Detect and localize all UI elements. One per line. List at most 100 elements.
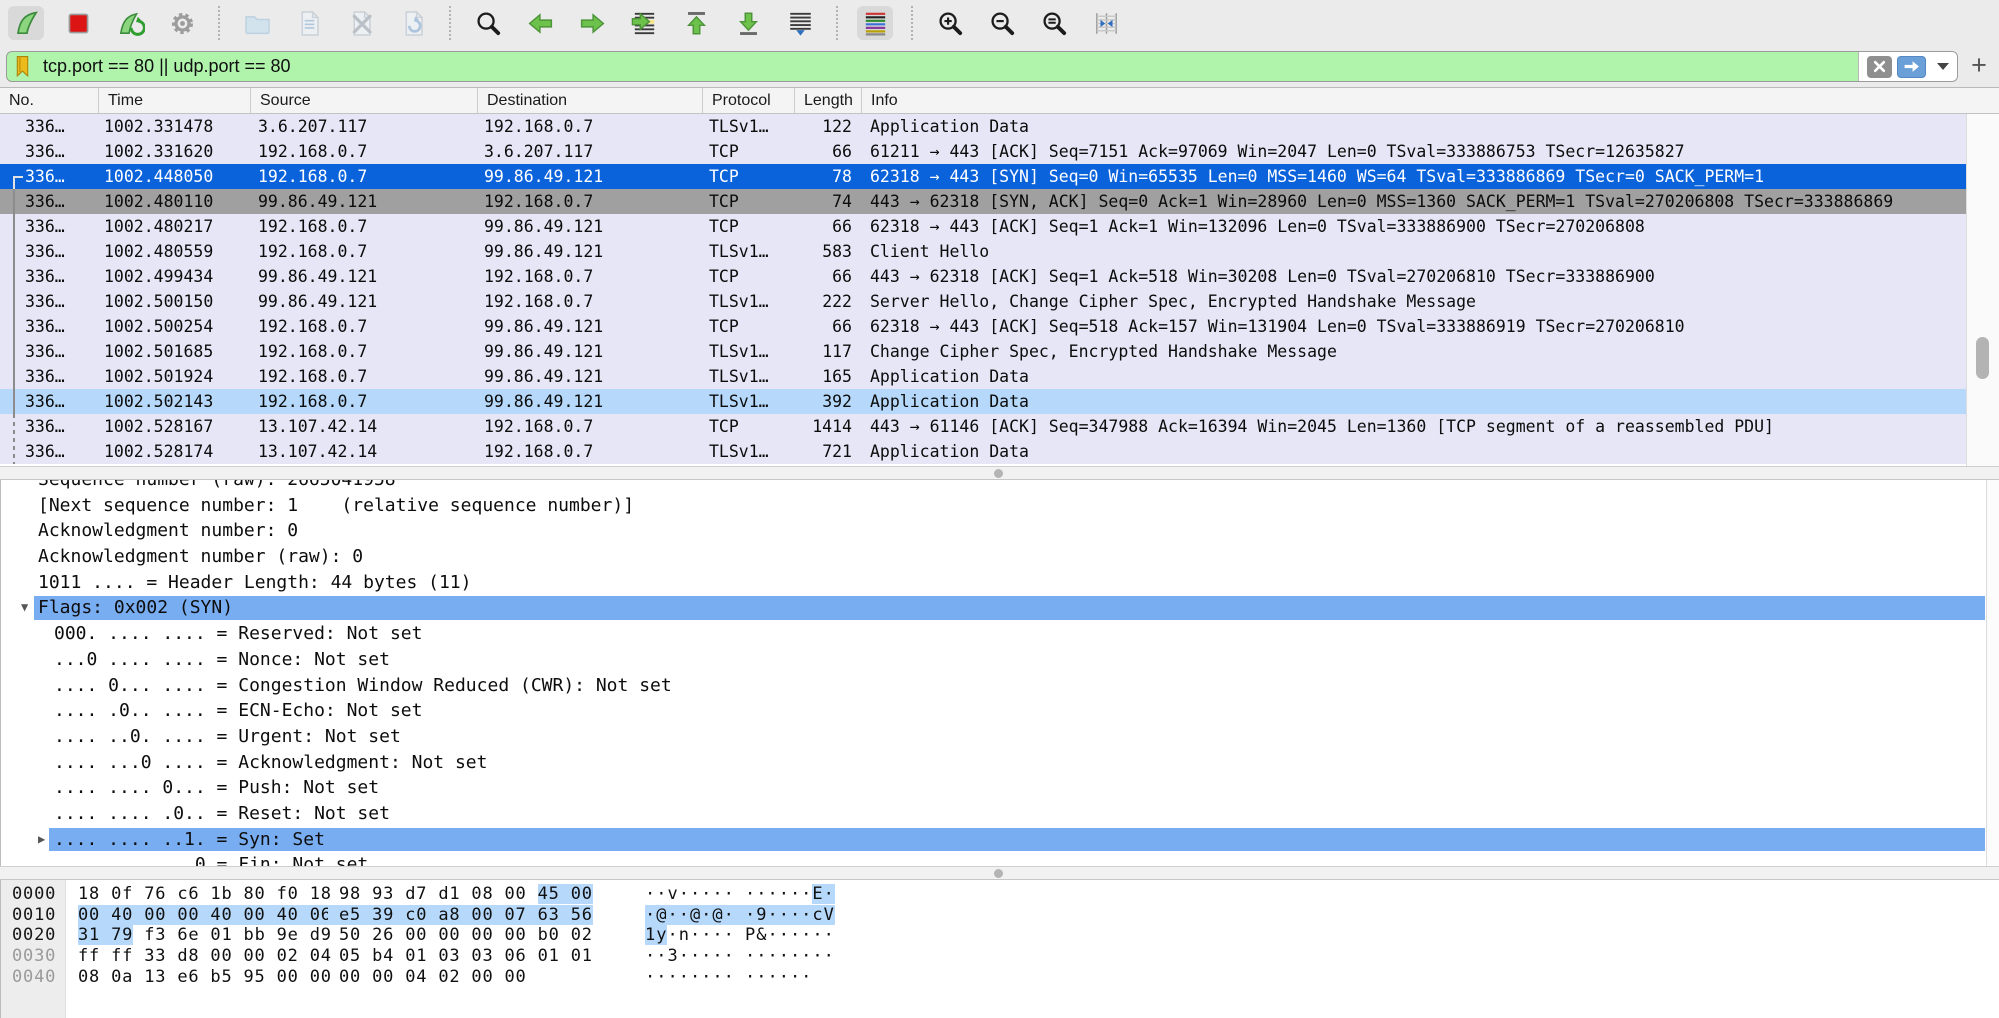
- open-file-button[interactable]: [239, 6, 275, 40]
- packet-cell-protocol: TLSv1…: [703, 239, 795, 264]
- restart-capture-button[interactable]: [112, 6, 148, 40]
- detail-line[interactable]: Sequence number (raw): 2665041958: [1, 480, 1999, 493]
- first-packet-button[interactable]: [678, 6, 714, 40]
- filter-bar: tcp.port == 80 || udp.port == 80 +: [0, 46, 1999, 88]
- filter-history-dropdown[interactable]: [1937, 63, 1949, 70]
- save-file-button[interactable]: [291, 6, 327, 40]
- display-filter-input[interactable]: tcp.port == 80 || udp.port == 80: [6, 51, 1958, 82]
- scrollbar-thumb[interactable]: [1976, 337, 1989, 379]
- detail-text: .... .... ..1. = Syn: Set: [1, 827, 1999, 853]
- filter-add-button[interactable]: +: [1964, 50, 1994, 80]
- hex-row[interactable]: 0030ff ff 33 d8 00 00 02 0405 b4 01 03 0…: [1, 946, 1999, 967]
- filter-controls: [1858, 52, 1957, 81]
- colorize-packets-button[interactable]: [857, 6, 893, 40]
- go-to-packet-icon: [630, 9, 659, 38]
- hex-row[interactable]: 002031 79 f3 6e 01 bb 9e d950 26 00 00 0…: [1, 925, 1999, 946]
- packet-row[interactable]: 336…1002.3314783.6.207.117192.168.0.7TLS…: [0, 114, 1966, 139]
- packet-row[interactable]: 336…1002.500254192.168.0.799.86.49.121TC…: [0, 314, 1966, 339]
- detail-line[interactable]: .... .... 0... = Push: Not set: [1, 775, 1999, 801]
- packet-row[interactable]: 336…1002.502143192.168.0.799.86.49.121TL…: [0, 389, 1966, 414]
- ascii-group2: ······E·: [745, 884, 835, 905]
- packet-cell-source: 13.107.42.14: [251, 414, 478, 439]
- capture-options-button[interactable]: [164, 6, 200, 40]
- find-packet-button[interactable]: [470, 6, 506, 40]
- detail-line[interactable]: .... ...0 .... = Acknowledgment: Not set: [1, 750, 1999, 776]
- zoom-out-button[interactable]: [984, 6, 1020, 40]
- hex-row[interactable]: 000018 0f 76 c6 1b 80 f0 1898 93 d7 d1 0…: [1, 884, 1999, 905]
- next-packet-button[interactable]: [574, 6, 610, 40]
- zoom-in-button[interactable]: [932, 6, 968, 40]
- column-header-info[interactable]: Info: [862, 88, 1999, 113]
- go-to-packet-button[interactable]: [626, 6, 662, 40]
- detail-line[interactable]: 1011 .... = Header Length: 44 bytes (11): [1, 570, 1999, 596]
- ascii-group1: ·@··@·@·: [645, 905, 735, 926]
- reload-file-button[interactable]: [395, 6, 431, 40]
- detail-line[interactable]: Acknowledgment number: 0: [1, 518, 1999, 544]
- packet-row[interactable]: 336…1002.52817413.107.42.14192.168.0.7TL…: [0, 439, 1966, 464]
- pane-splitter-top[interactable]: [0, 466, 1999, 480]
- column-header-destination[interactable]: Destination: [478, 88, 703, 113]
- detail-line[interactable]: .... .0.. .... = ECN-Echo: Not set: [1, 698, 1999, 724]
- packet-cell-source: 192.168.0.7: [251, 139, 478, 164]
- next-packet-icon: [578, 9, 607, 38]
- packet-row[interactable]: 336…1002.48011099.86.49.121192.168.0.7TC…: [0, 189, 1966, 214]
- packet-row[interactable]: 336…1002.49943499.86.49.121192.168.0.7TC…: [0, 264, 1966, 289]
- filter-expression[interactable]: tcp.port == 80 || udp.port == 80: [43, 56, 1858, 77]
- packet-row[interactable]: 336…1002.50015099.86.49.121192.168.0.7TL…: [0, 289, 1966, 314]
- hex-bytes-group2: 98 93 d7 d1 08 00 45 00: [339, 884, 593, 905]
- filter-apply-button[interactable]: [1897, 56, 1926, 78]
- previous-packet-button[interactable]: [522, 6, 558, 40]
- zoom-reset-button[interactable]: [1036, 6, 1072, 40]
- filter-clear-button[interactable]: [1867, 56, 1892, 78]
- detail-text: .... .0.. .... = ECN-Echo: Not set: [1, 698, 1999, 724]
- detail-line[interactable]: .... .... .0.. = Reset: Not set: [1, 801, 1999, 827]
- detail-line[interactable]: 000. .... .... = Reserved: Not set: [1, 621, 1999, 647]
- auto-scroll-button[interactable]: [782, 6, 818, 40]
- start-capture-button[interactable]: [8, 6, 44, 40]
- packet-bytes-pane: 000018 0f 76 c6 1b 80 f0 1898 93 d7 d1 0…: [0, 880, 1999, 1018]
- filter-bookmark-icon[interactable]: [14, 55, 31, 78]
- packet-cell-time: 1002.448050: [99, 164, 251, 189]
- detail-line[interactable]: [Next sequence number: 1 (relative seque…: [1, 493, 1999, 519]
- packet-row[interactable]: 336…1002.448050192.168.0.799.86.49.121TC…: [0, 164, 1966, 189]
- hex-bytes-group1: 00 40 00 00 40 00 40 06: [78, 905, 332, 926]
- packet-cell-info: 443 → 62318 [SYN, ACK] Seq=0 Ack=1 Win=2…: [862, 189, 1966, 214]
- pane-splitter-bottom[interactable]: [0, 866, 1999, 880]
- packet-row[interactable]: 336…1002.501924192.168.0.799.86.49.121TL…: [0, 364, 1966, 389]
- column-header-protocol[interactable]: Protocol: [703, 88, 795, 113]
- detail-line[interactable]: ▼Flags: 0x002 (SYN): [1, 595, 1999, 621]
- column-header-length[interactable]: Length: [795, 88, 862, 113]
- packet-cell-info: Application Data: [862, 439, 1966, 464]
- packet-list-scrollbar[interactable]: [1966, 114, 1999, 466]
- column-header-source[interactable]: Source: [251, 88, 478, 113]
- packet-row[interactable]: 336…1002.501685192.168.0.799.86.49.121TL…: [0, 339, 1966, 364]
- detail-line[interactable]: ▶.... .... ..1. = Syn: Set: [1, 827, 1999, 853]
- hex-row[interactable]: 004008 0a 13 e6 b5 95 00 0000 00 04 02 0…: [1, 967, 1999, 988]
- detail-line[interactable]: Acknowledgment number (raw): 0: [1, 544, 1999, 570]
- packet-row[interactable]: 336…1002.52816713.107.42.14192.168.0.7TC…: [0, 414, 1966, 439]
- close-file-button[interactable]: [343, 6, 379, 40]
- packet-cell-info: 443 → 61146 [ACK] Seq=347988 Ack=16394 W…: [862, 414, 1966, 439]
- hex-bytes-group2: 05 b4 01 03 03 06 01 01: [339, 946, 593, 967]
- column-header-no[interactable]: No.: [0, 88, 99, 113]
- last-packet-button[interactable]: [730, 6, 766, 40]
- detail-line[interactable]: .... ..0. .... = Urgent: Not set: [1, 724, 1999, 750]
- detail-line[interactable]: ...0 .... .... = Nonce: Not set: [1, 647, 1999, 673]
- packet-cell-destination: 99.86.49.121: [478, 314, 703, 339]
- hex-row[interactable]: 001000 40 00 00 40 00 40 06e5 39 c0 a8 0…: [1, 905, 1999, 926]
- packet-cell-destination: 192.168.0.7: [478, 414, 703, 439]
- packet-cell-protocol: TCP: [703, 314, 795, 339]
- toolbar-separator: [218, 6, 221, 40]
- packet-row[interactable]: 336…1002.480217192.168.0.799.86.49.121TC…: [0, 214, 1966, 239]
- column-header-time[interactable]: Time: [99, 88, 251, 113]
- stop-capture-button[interactable]: [60, 6, 96, 40]
- packet-row[interactable]: 336…1002.331620192.168.0.73.6.207.117TCP…: [0, 139, 1966, 164]
- detail-text: 000. .... .... = Reserved: Not set: [1, 621, 1999, 647]
- packet-cell-length: 66: [795, 264, 862, 289]
- packet-cell-source: 192.168.0.7: [251, 164, 478, 189]
- resize-columns-button[interactable]: [1088, 6, 1124, 40]
- detail-line[interactable]: .... 0... .... = Congestion Window Reduc…: [1, 673, 1999, 699]
- packet-row[interactable]: 336…1002.480559192.168.0.799.86.49.121TL…: [0, 239, 1966, 264]
- detail-line[interactable]: .... .... ...0 = Fin: Not set: [1, 852, 1999, 866]
- packet-cell-time: 1002.499434: [99, 264, 251, 289]
